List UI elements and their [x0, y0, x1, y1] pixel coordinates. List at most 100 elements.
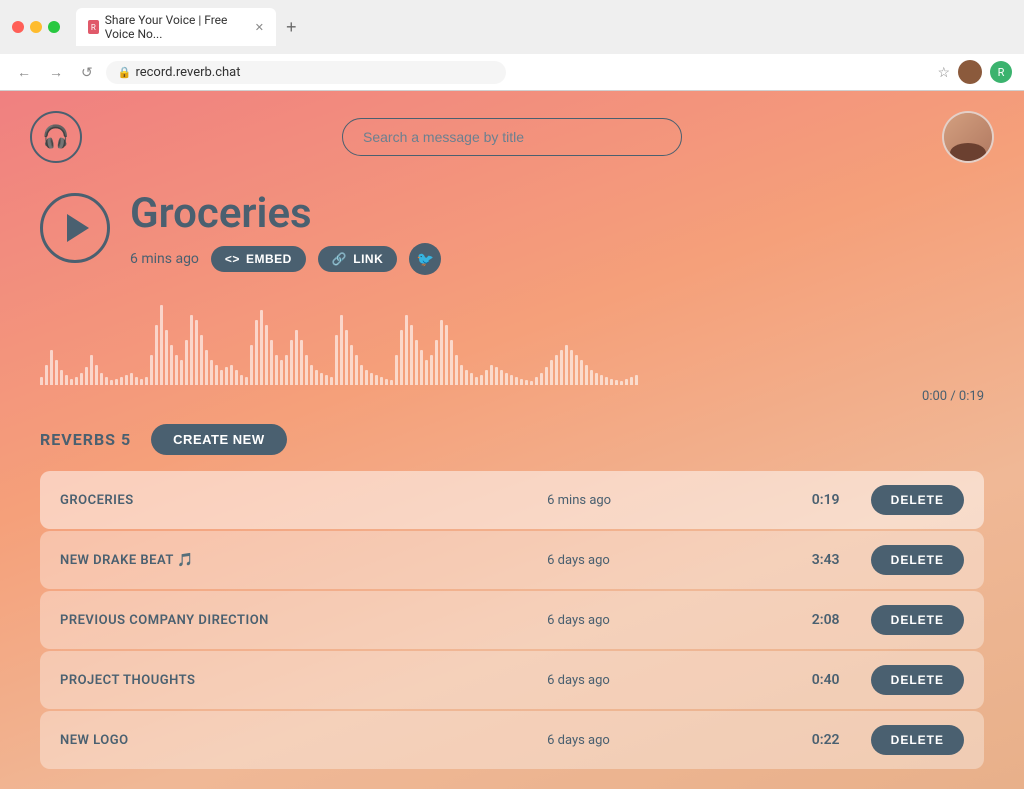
forward-button[interactable]: →: [44, 62, 68, 82]
waveform-bar: [465, 370, 468, 385]
address-bar[interactable]: 🔒 record.reverb.chat: [106, 61, 506, 84]
tab-title: Share Your Voice | Free Voice No...: [105, 13, 245, 41]
waveform-bar: [215, 365, 218, 385]
waveform-bar: [440, 320, 443, 385]
waveform-bar: [105, 377, 108, 385]
maximize-window-button[interactable]: [48, 21, 60, 33]
search-bar: [342, 118, 682, 156]
waveform-bar: [50, 350, 53, 385]
waveform-bar: [555, 355, 558, 385]
link-button[interactable]: 🔗 LINK: [318, 246, 397, 272]
waveform-bar: [585, 365, 588, 385]
waveform-bar: [375, 375, 378, 385]
close-window-button[interactable]: [12, 21, 24, 33]
waveform-bar: [350, 345, 353, 385]
rec-duration: 0:22: [801, 732, 851, 748]
back-button[interactable]: ←: [12, 62, 36, 82]
waveform-bar: [510, 375, 513, 385]
waveform-bar: [65, 375, 68, 385]
track-time: 6 mins ago: [130, 251, 199, 267]
browser-addressbar: ← → ↺ 🔒 record.reverb.chat ☆ R: [0, 54, 1024, 90]
waveform-bar: [605, 377, 608, 385]
app-header: 🎧: [0, 91, 1024, 183]
tab-close-icon[interactable]: ✕: [255, 21, 264, 34]
waveform-bar: [610, 379, 613, 385]
url-text: record.reverb.chat: [135, 65, 240, 80]
rec-name: GROCERIES: [60, 493, 527, 508]
embed-button[interactable]: <> EMBED: [211, 246, 306, 272]
recording-row[interactable]: NEW DRAKE BEAT 🎵 6 days ago 3:43 DELETE: [40, 531, 984, 589]
extension-icon[interactable]: R: [990, 61, 1012, 83]
waveform-bar: [435, 340, 438, 385]
waveform-bar: [325, 375, 328, 385]
twitter-button[interactable]: 🐦: [409, 243, 441, 275]
star-icon[interactable]: ☆: [937, 64, 950, 81]
delete-button[interactable]: DELETE: [871, 725, 964, 755]
list-header: REVERBS 5 CREATE NEW: [40, 424, 984, 455]
waveform-bar: [155, 325, 158, 385]
rec-duration: 3:43: [801, 552, 851, 568]
window-controls: [12, 21, 60, 33]
delete-button[interactable]: DELETE: [871, 545, 964, 575]
search-input[interactable]: [342, 118, 682, 156]
waveform-bar: [180, 360, 183, 385]
player-section: Groceries 6 mins ago <> EMBED 🔗 LINK 🐦: [0, 183, 1024, 275]
rec-timestamp: 6 days ago: [547, 673, 781, 688]
play-button[interactable]: [40, 193, 110, 263]
browser-titlebar: R Share Your Voice | Free Voice No... ✕ …: [0, 0, 1024, 54]
link-icon: 🔗: [332, 252, 347, 266]
browser-chrome: R Share Your Voice | Free Voice No... ✕ …: [0, 0, 1024, 91]
waveform-bar: [240, 375, 243, 385]
delete-button[interactable]: DELETE: [871, 485, 964, 515]
waveform-bar: [495, 367, 498, 385]
waveform-bar: [300, 340, 303, 385]
avatar-face: [944, 111, 992, 163]
waveform-bar: [235, 370, 238, 385]
waveform-bar: [95, 365, 98, 385]
waveform-bar: [545, 367, 548, 385]
waveform-bar: [535, 377, 538, 385]
headphones-icon: 🎧: [42, 125, 69, 150]
waveform-bar: [120, 377, 123, 385]
waveform-bar: [430, 355, 433, 385]
waveform-bar: [490, 365, 493, 385]
nav-icons: ☆ R: [937, 60, 1012, 84]
recording-row[interactable]: GROCERIES 6 mins ago 0:19 DELETE: [40, 471, 984, 529]
waveform-bar: [505, 373, 508, 385]
rec-name: NEW LOGO: [60, 733, 527, 748]
waveform-bar: [295, 330, 298, 385]
waveform-bar: [595, 373, 598, 385]
waveform[interactable]: [40, 295, 984, 385]
active-tab[interactable]: R Share Your Voice | Free Voice No... ✕: [76, 8, 276, 46]
recording-row[interactable]: NEW LOGO 6 days ago 0:22 DELETE: [40, 711, 984, 769]
waveform-bar: [55, 360, 58, 385]
embed-icon: <>: [225, 252, 240, 266]
waveform-bar: [400, 330, 403, 385]
delete-button[interactable]: DELETE: [871, 605, 964, 635]
waveform-bar: [460, 365, 463, 385]
waveform-bar: [395, 355, 398, 385]
browser-user-avatar: [958, 60, 982, 84]
waveform-bar: [625, 379, 628, 385]
new-tab-button[interactable]: +: [280, 15, 303, 40]
waveform-bar: [110, 380, 113, 385]
player-main: Groceries 6 mins ago <> EMBED 🔗 LINK 🐦: [40, 193, 984, 275]
waveform-bar: [60, 370, 63, 385]
minimize-window-button[interactable]: [30, 21, 42, 33]
create-new-button[interactable]: CREATE NEW: [151, 424, 286, 455]
waveform-bar: [480, 375, 483, 385]
waveform-bar: [200, 335, 203, 385]
waveform-bar: [275, 355, 278, 385]
tab-favicon: R: [88, 20, 99, 34]
waveform-bar: [175, 355, 178, 385]
recording-row[interactable]: PREVIOUS COMPANY DIRECTION 6 days ago 2:…: [40, 591, 984, 649]
refresh-button[interactable]: ↺: [76, 62, 98, 83]
waveform-bar: [340, 315, 343, 385]
rec-duration: 2:08: [801, 612, 851, 628]
waveform-bar: [160, 305, 163, 385]
delete-button[interactable]: DELETE: [871, 665, 964, 695]
rec-timestamp: 6 days ago: [547, 733, 781, 748]
recording-row[interactable]: PROJECT THOUGHTS 6 days ago 0:40 DELETE: [40, 651, 984, 709]
waveform-bar: [420, 350, 423, 385]
waveform-bar: [530, 381, 533, 385]
